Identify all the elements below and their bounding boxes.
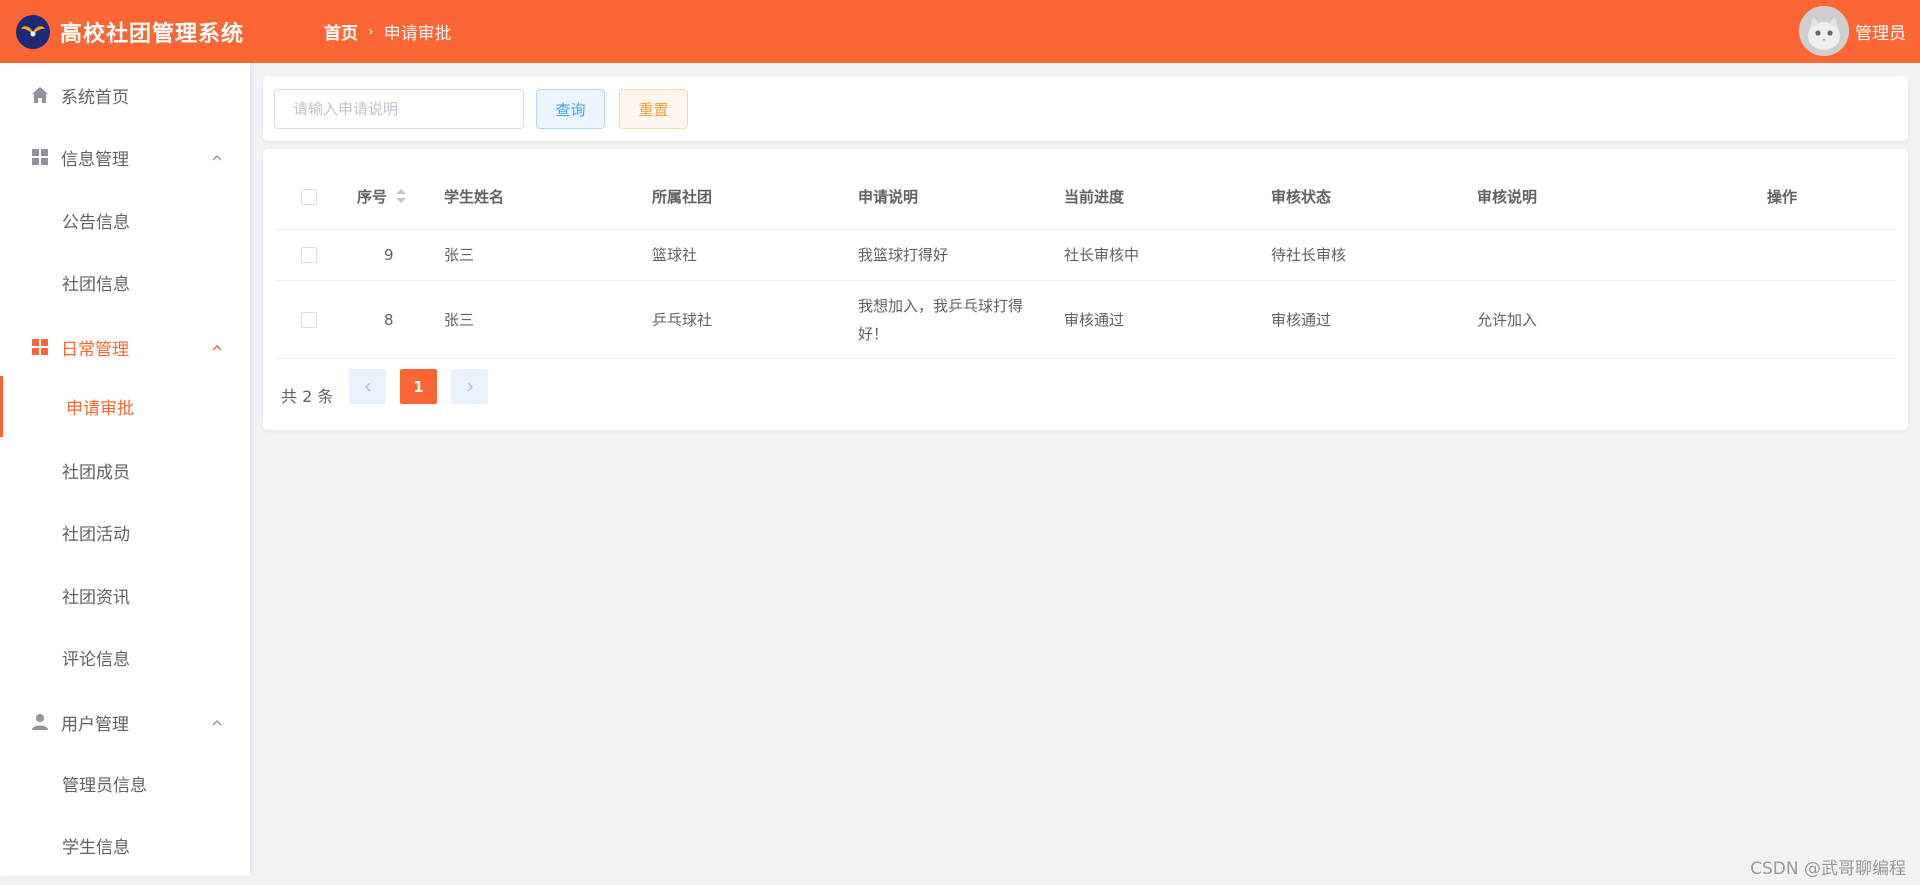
grid-icon [30, 147, 50, 167]
sidebar-item-label: 学生信息 [62, 837, 130, 858]
query-button[interactable]: 查询 [536, 89, 605, 129]
select-all-checkbox[interactable] [301, 189, 317, 205]
table-cell-progress: 审核通过 [1064, 311, 1125, 329]
sidebar-item-club-news[interactable]: 社团资讯 [0, 573, 250, 617]
column-header-student: 学生姓名 [444, 188, 505, 206]
sidebar-group-label: 用户管理 [61, 714, 129, 735]
watermark: CSDN @武哥聊编程 [1750, 859, 1906, 879]
sidebar: 系统首页 信息管理 公告信息 社团信息 日常管理 申请审批 社团成员 社团活动 … [0, 63, 250, 876]
sidebar-item-admin-info[interactable]: 管理员信息 [0, 761, 250, 805]
logo-icon [16, 14, 50, 49]
table-cell-index: 9 [384, 246, 394, 264]
sidebar-item-label: 申请审批 [66, 399, 134, 419]
logo-area: 高校社团管理系统 [0, 14, 250, 49]
row-checkbox[interactable] [301, 312, 317, 328]
column-header-desc: 申请说明 [858, 188, 919, 206]
sidebar-item-club-activity[interactable]: 社团活动 [0, 510, 250, 554]
column-header-progress: 当前进度 [1064, 188, 1125, 206]
sidebar-group-info[interactable]: 信息管理 [0, 135, 250, 179]
pager-total: 共 2 条 [281, 387, 334, 406]
sidebar-group-user[interactable]: 用户管理 [0, 700, 250, 744]
sort-icon[interactable] [395, 188, 407, 204]
column-header-note: 审核说明 [1477, 188, 1538, 206]
column-header-club: 所属社团 [652, 188, 713, 206]
pager-next-button[interactable] [451, 369, 488, 404]
pager-prev-button[interactable] [349, 369, 386, 404]
breadcrumb-separator: › [368, 23, 374, 40]
sidebar-item-notice[interactable]: 公告信息 [0, 198, 250, 242]
table-cell-status: 待社长审核 [1271, 246, 1347, 264]
avatar [1799, 6, 1849, 56]
sidebar-item-label: 社团成员 [62, 462, 130, 483]
breadcrumb: 首页 › 申请审批 [324, 19, 452, 45]
row-checkbox[interactable] [301, 247, 317, 263]
table-cell-club: 篮球社 [652, 246, 698, 264]
search-card: 查询 重置 [263, 76, 1908, 141]
sidebar-group-daily[interactable]: 日常管理 [0, 325, 250, 369]
search-input[interactable] [274, 89, 524, 129]
top-header: 高校社团管理系统 首页 › 申请审批 管理员 [0, 0, 1920, 63]
column-header-index: 序号 [357, 188, 388, 206]
reset-button[interactable]: 重置 [619, 89, 688, 129]
sidebar-item-club-info[interactable]: 社团信息 [0, 260, 250, 304]
table-cell-desc: 我篮球打得好 [858, 246, 949, 264]
pager-page-button[interactable]: 1 [400, 369, 437, 404]
breadcrumb-home[interactable]: 首页 [324, 19, 358, 44]
home-icon [30, 85, 50, 105]
column-header-action: 操作 [1767, 188, 1798, 206]
sidebar-item-label: 评论信息 [62, 649, 130, 670]
user-menu[interactable]: 管理员 [1799, 6, 1906, 56]
sidebar-item-label: 社团资讯 [62, 587, 130, 608]
table-cell-progress: 社长审核中 [1064, 246, 1140, 264]
table-cell-desc: 我想加入，我乒乓球打得好！ [858, 297, 1024, 343]
sidebar-group-label: 信息管理 [61, 149, 129, 170]
active-indicator [0, 376, 3, 437]
table-cell-student: 张三 [444, 311, 475, 329]
row-divider [275, 229, 1896, 230]
sidebar-item-comments[interactable]: 评论信息 [0, 635, 250, 679]
user-name: 管理员 [1855, 23, 1906, 44]
grid-icon [30, 337, 50, 357]
table-cell-club: 乒乓球社 [652, 311, 713, 329]
chevron-up-icon [210, 715, 224, 729]
table-cell-student: 张三 [444, 246, 475, 264]
chevron-up-icon [210, 150, 224, 164]
row-divider [275, 280, 1896, 281]
sidebar-item-home[interactable]: 系统首页 [0, 73, 250, 117]
table-cell-status: 审核通过 [1271, 311, 1332, 329]
chevron-right-icon [467, 382, 473, 391]
sidebar-group-label: 日常管理 [61, 339, 129, 360]
sidebar-item-club-members[interactable]: 社团成员 [0, 448, 250, 492]
sidebar-item-label: 社团活动 [62, 524, 130, 545]
sidebar-item-label: 系统首页 [61, 87, 129, 108]
row-divider [275, 358, 1896, 359]
chevron-up-icon [210, 340, 224, 354]
app-title: 高校社团管理系统 [60, 21, 245, 47]
table-cell-index: 8 [384, 311, 394, 329]
sidebar-item-label: 社团信息 [62, 274, 130, 295]
column-header-status: 审核状态 [1271, 188, 1332, 206]
table-card: 序号 学生姓名 所属社团 申请说明 当前进度 审核状态 审核说明 操作 9 张三… [263, 149, 1908, 430]
sidebar-item-student-info[interactable]: 学生信息 [0, 823, 250, 867]
sidebar-item-label: 管理员信息 [62, 775, 147, 796]
breadcrumb-current: 申请审批 [383, 24, 452, 44]
sidebar-item-apply-review[interactable]: 申请审批 [0, 376, 250, 437]
sidebar-item-label: 公告信息 [62, 212, 130, 233]
user-icon [30, 712, 50, 732]
table-cell-note: 允许加入 [1477, 311, 1538, 329]
chevron-left-icon [364, 382, 370, 391]
